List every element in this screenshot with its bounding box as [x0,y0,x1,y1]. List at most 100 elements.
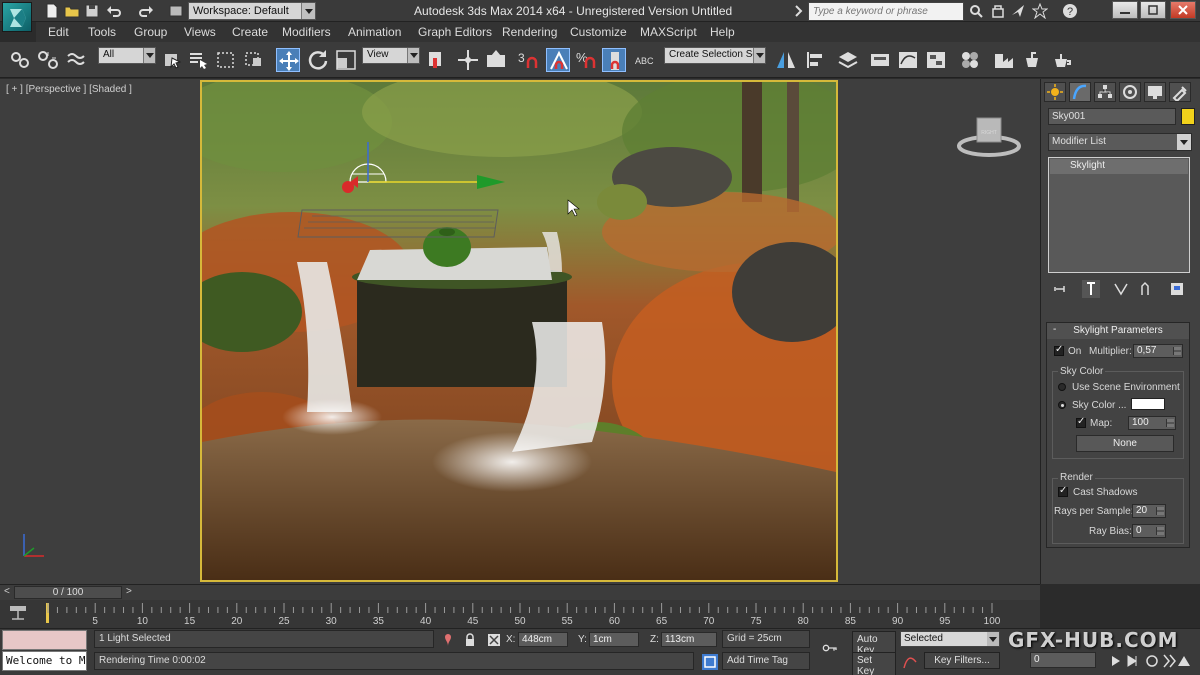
redo-icon[interactable] [138,3,154,19]
viewport-label[interactable]: [ + ] [Perspective ] [Shaded ] [6,84,132,95]
align-icon[interactable] [804,48,828,72]
menu-rendering[interactable]: Rendering [502,25,557,39]
graphite-modeling-tools-icon[interactable] [868,48,892,72]
angle-snap-toggle-icon[interactable] [546,48,570,72]
x-coordinate-field[interactable]: 448cm [518,632,568,647]
curve-editor-icon[interactable] [896,48,920,72]
y-coordinate-field[interactable]: 1cm [589,632,639,647]
rays-per-sample-spinner[interactable]: 20 [1132,504,1166,518]
menu-modifiers[interactable]: Modifiers [282,25,331,39]
multiplier-spinner[interactable]: 0,57 [1133,344,1183,358]
material-editor-icon[interactable] [958,48,982,72]
isolate-selection-icon[interactable] [440,632,456,648]
select-and-move-icon[interactable] [276,48,300,72]
maxscript-listener-output[interactable] [2,630,87,650]
bind-to-space-warp-icon[interactable] [64,48,88,72]
modifier-list-dropdown[interactable]: Modifier List [1048,133,1192,151]
playback-controls[interactable] [1108,652,1198,670]
map-checkbox[interactable] [1076,416,1086,428]
cast-shadows-checkbox[interactable] [1058,485,1068,497]
menu-customize[interactable]: Customize [570,25,627,39]
next-frame-arrow-icon[interactable]: > [126,586,132,597]
use-pivot-center-icon[interactable] [424,48,448,72]
keyboard-shortcut-override-icon[interactable] [484,48,508,72]
select-and-rotate-icon[interactable] [306,48,330,72]
map-amount-spinner[interactable]: 100 [1128,416,1176,430]
named-selection-sets-dropdown[interactable]: Create Selection Se [664,47,766,64]
object-color-swatch[interactable] [1181,108,1195,125]
make-unique-icon[interactable] [1112,280,1130,298]
show-end-result-icon[interactable] [1082,280,1100,298]
subscription-icon[interactable] [990,3,1006,19]
absolute-mode-transform-icon[interactable] [486,632,502,648]
perspective-viewport[interactable] [200,80,838,582]
project-folder-icon[interactable] [168,3,184,19]
key-icon[interactable] [822,640,846,656]
set-key-button[interactable]: Set Key [852,652,896,675]
snaps-toggle-icon[interactable]: 3 [516,48,540,72]
remove-modifier-icon[interactable] [1136,280,1154,298]
time-slider-thumb[interactable]: 0 / 100 [14,586,122,599]
motion-tab-icon[interactable] [1119,82,1141,102]
spinner-snap-toggle-icon[interactable] [602,48,626,72]
utilities-tab-icon[interactable] [1169,82,1191,103]
rollout-header[interactable]: - Skylight Parameters [1047,323,1189,339]
menu-create[interactable]: Create [232,25,268,39]
menu-group[interactable]: Group [134,25,167,39]
sky-color-swatch[interactable] [1131,398,1165,410]
track-ruler[interactable]: 5 10 15 20 25 30 35 40 45 50 55 60 65 70 75 80 85 90 95 100 [46,601,1006,627]
select-object-icon[interactable] [160,48,184,72]
modifier-stack[interactable]: Skylight [1048,157,1190,273]
z-coordinate-field[interactable]: 113cm [661,632,717,647]
map-none-button[interactable]: None [1076,435,1174,452]
selection-lock-icon[interactable] [462,632,478,648]
select-and-scale-icon[interactable] [334,48,358,72]
reference-coordinate-dropdown[interactable]: View [362,47,420,64]
ray-bias-spinner[interactable]: 0 [1132,524,1166,538]
use-scene-environment-radio[interactable] [1058,383,1066,391]
communication-icon[interactable] [1010,3,1026,19]
maxscript-listener-input[interactable]: Welcome to M [2,651,87,671]
manage-layers-icon[interactable] [836,48,860,72]
menu-views[interactable]: Views [184,25,216,39]
menu-edit[interactable]: Edit [48,25,69,39]
help-icon[interactable]: ? [1062,3,1078,19]
stack-item-skylight[interactable]: Skylight [1050,159,1188,174]
time-slider[interactable] [0,584,1040,600]
unlink-selection-icon[interactable] [36,48,60,72]
percent-snap-toggle-icon[interactable]: % [574,48,598,72]
new-file-icon[interactable] [44,3,60,19]
key-filters-button[interactable]: Key Filters... [924,652,1000,669]
workspace-dropdown[interactable]: Workspace: Default [188,2,316,20]
modify-tab-icon[interactable] [1069,82,1091,102]
search-expand-icon[interactable] [792,4,806,18]
default-tangent-icon[interactable] [902,654,918,670]
edit-named-selection-sets-icon[interactable]: ABC [632,48,656,72]
menu-animation[interactable]: Animation [348,25,401,39]
object-name-field[interactable]: Sky001 [1048,108,1176,125]
add-time-tag-button[interactable]: Add Time Tag [722,652,810,670]
play-icon[interactable] [1108,652,1198,670]
minimize-button[interactable] [1112,1,1138,19]
prev-frame-arrow-icon[interactable]: < [4,586,10,597]
configure-modifier-sets-icon[interactable] [1168,280,1186,298]
pin-stack-icon[interactable] [1052,280,1070,298]
menu-help[interactable]: Help [710,25,735,39]
schematic-view-icon[interactable] [924,48,948,72]
search-input[interactable]: Type a keyword or phrase [808,2,964,21]
on-checkbox[interactable] [1054,344,1064,356]
select-by-name-icon[interactable] [186,48,210,72]
mirror-icon[interactable] [774,48,798,72]
render-production-icon[interactable] [1050,48,1074,72]
maximize-button[interactable] [1140,1,1166,19]
window-crossing-icon[interactable] [242,48,266,72]
favorites-star-icon[interactable] [1031,2,1049,20]
search-icon[interactable] [968,3,984,19]
mini-curve-editor-icon[interactable] [8,604,28,622]
rectangular-selection-icon[interactable] [214,48,238,72]
render-setup-icon[interactable] [992,48,1016,72]
hierarchy-tab-icon[interactable] [1094,82,1116,102]
create-tab-icon[interactable] [1044,82,1066,102]
select-and-manipulate-icon[interactable] [456,48,480,72]
menu-maxscript[interactable]: MAXScript [640,25,697,39]
